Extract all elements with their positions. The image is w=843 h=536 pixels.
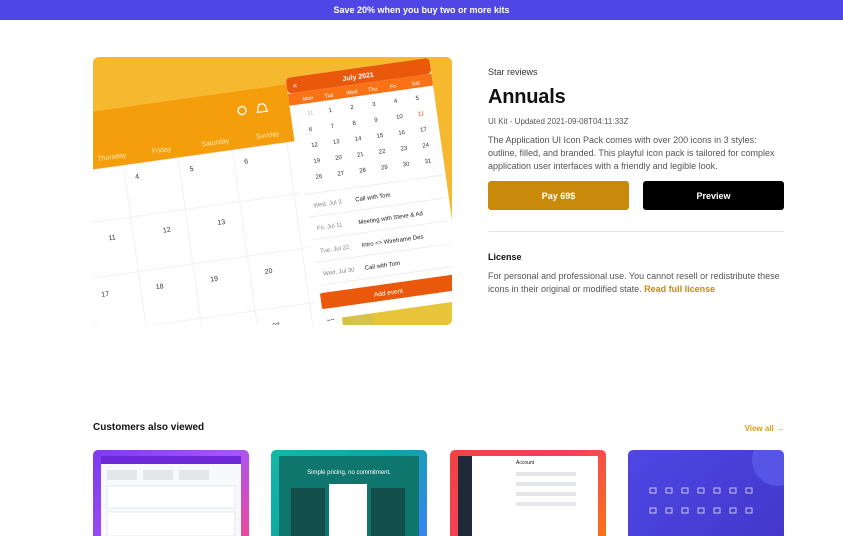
product-title: Annuals [488,86,566,108]
pay-button[interactable]: Pay 69$ [488,181,629,210]
customers-also-viewed-heading: Customers also viewed [93,422,205,433]
related-card-caption: Simple pricing, no commitment. [307,470,391,476]
promo-banner: Save 20% when you buy two or more kits [0,0,843,20]
related-product-card[interactable] [93,450,249,536]
small-weekday: Fri [390,84,397,91]
big-day: 17 [101,291,110,299]
license-heading: License [488,252,522,262]
big-day: 19 [210,276,219,284]
related-product-card[interactable] [628,450,784,536]
related-product-card[interactable]: Simple pricing, no commitment. [271,450,427,536]
related-card-caption: Account [516,460,535,466]
promo-banner-text: Save 20% when you buy two or more kits [333,5,510,15]
big-day: 18 [155,283,164,291]
big-day: 13 [217,219,226,227]
action-buttons: Pay 69$ Preview [488,181,784,210]
big-day: 20 [264,268,273,276]
license-text: For personal and professional use. You c… [488,270,784,296]
product-details: Star reviews Annuals UI Kit - Updated 20… [488,60,784,296]
product-description: The Application UI Icon Pack comes with … [488,135,775,171]
divider [488,231,784,232]
small-weekday: Sat [411,80,420,87]
read-license-link[interactable]: Read full license [644,284,715,294]
big-day: 11 [108,234,116,242]
license-body: For personal and professional use. You c… [488,271,780,294]
related-product-card[interactable]: Account [450,450,606,536]
big-day: 12 [163,227,172,235]
preview-button[interactable]: Preview [643,181,784,210]
view-all-link[interactable]: View all → [745,424,784,433]
big-day: 27 [272,322,281,325]
product-hero-image: Thursday Friday Saturday Sunday 4 5 6 11… [93,57,452,325]
small-weekday: Tue [324,93,334,100]
eyebrow-label: Star reviews [488,67,538,77]
product-subtitle: UI Kit - Updated 2021-09-08T04:11:33Z [488,117,629,126]
